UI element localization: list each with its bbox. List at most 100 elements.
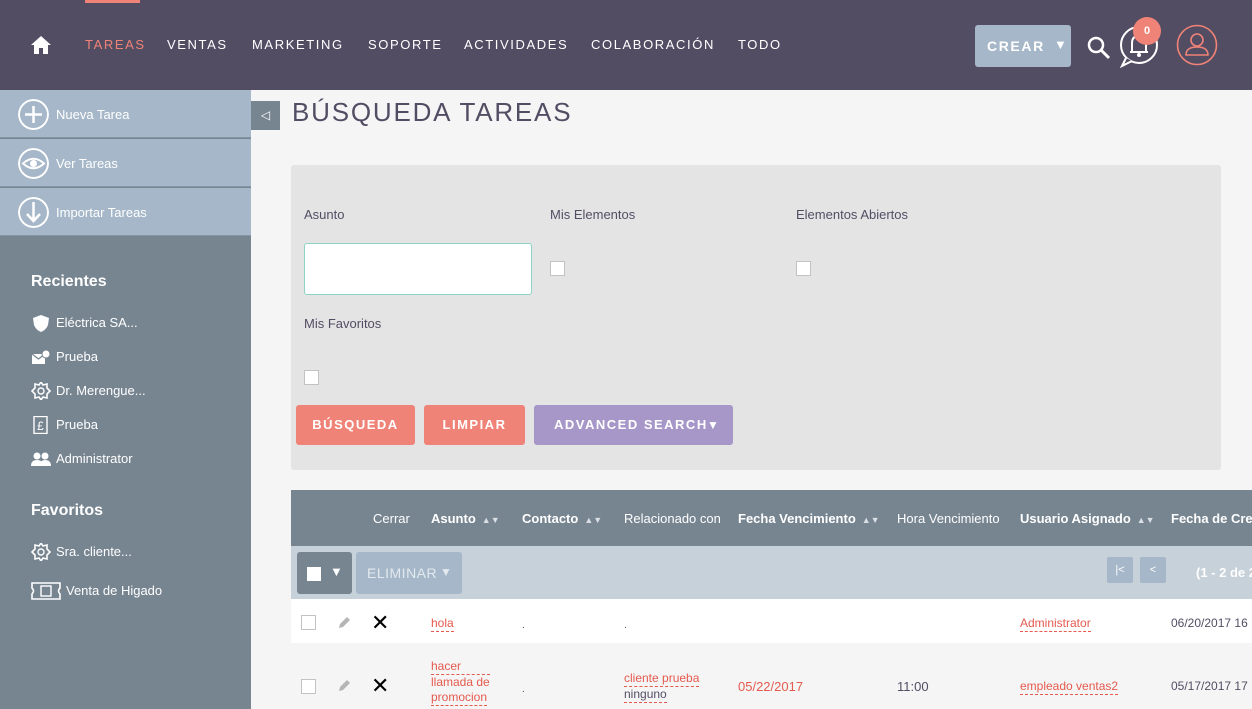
subject-input[interactable] [304, 243, 532, 295]
chevron-down-icon: ▼ [1054, 37, 1069, 52]
related-line: ninguno [624, 687, 667, 703]
column-header-label: Usuario Asignado [1020, 511, 1131, 526]
assigned-user-link[interactable]: empleado ventas2 [1020, 679, 1119, 695]
sidebar-action-import-tasks[interactable]: Importar Tareas [0, 188, 251, 236]
my-items-checkbox[interactable] [550, 261, 565, 276]
badge-icon [31, 543, 51, 561]
pound-doc-icon: £ [33, 416, 48, 434]
chevron-down-icon: ▼ [330, 564, 343, 579]
create-button-label: CREAR [987, 38, 1045, 54]
nav-tareas[interactable]: TAREAS [85, 37, 146, 52]
column-header-assigned-user[interactable]: Usuario Asignado ▲▼ [1020, 511, 1155, 526]
badge-icon [31, 382, 51, 400]
sort-icon: ▲▼ [1136, 515, 1155, 525]
favorite-item-label: Venta de Higado [66, 583, 163, 598]
sort-icon: ▲▼ [584, 515, 603, 525]
column-header-related: Relacionado con [624, 511, 721, 526]
edit-pencil-icon[interactable] [336, 678, 352, 694]
assigned-user-link[interactable]: Administrator [1020, 616, 1091, 632]
row-checkbox[interactable] [301, 679, 316, 694]
download-icon [18, 197, 49, 228]
top-navbar: TAREAS VENTAS MARKETING SOPORTE ACTIVIDA… [0, 0, 1252, 90]
subject-line: hacer [431, 659, 462, 673]
nav-ventas[interactable]: VENTAS [167, 37, 228, 52]
edit-pencil-icon[interactable] [336, 615, 352, 631]
nav-actividades[interactable]: ACTIVIDADES [464, 37, 568, 52]
recent-item-label: Prueba [56, 349, 98, 364]
table-header: Cerrar Asunto ▲▼ Contacto ▲▼ Relacionado c… [291, 490, 1252, 546]
open-items-checkbox[interactable] [796, 261, 811, 276]
sidebar-action-view-tasks[interactable]: Ver Tareas [0, 139, 251, 187]
bulk-select-dropdown[interactable]: ▼ [297, 552, 352, 594]
previous-page-button[interactable]: < [1140, 557, 1166, 583]
task-subject-link[interactable]: hacer llamada de promocion [431, 659, 490, 706]
advanced-search-button[interactable]: ADVANCED SEARCH ▼ [534, 405, 733, 445]
sidebar: Nueva Tarea Ver Tareas Importar Tareas R… [0, 90, 251, 709]
task-subject-link[interactable]: hola [431, 616, 454, 632]
chevron-down-icon: ▼ [440, 565, 453, 579]
nav-todo[interactable]: TODO [738, 37, 782, 52]
pagination-count: (1 - 2 de 2 [1196, 565, 1252, 580]
close-task-icon[interactable]: ✕ [371, 612, 389, 634]
created-date-cell: 06/20/2017 16 [1171, 616, 1248, 630]
column-header-close: Cerrar [373, 511, 410, 526]
column-header-subject[interactable]: Asunto ▲▼ [431, 511, 500, 526]
column-header-contact[interactable]: Contacto ▲▼ [522, 511, 602, 526]
sidebar-action-label: Ver Tareas [56, 156, 118, 171]
svg-text:£: £ [37, 419, 44, 433]
home-icon[interactable] [30, 34, 52, 56]
nav-soporte[interactable]: SOPORTE [368, 37, 443, 52]
sidebar-action-label: Importar Tareas [56, 205, 147, 220]
notification-count-badge: 0 [1133, 17, 1161, 45]
sort-icon: ▲▼ [481, 515, 500, 525]
search-button[interactable]: BÚSQUEDA [296, 405, 415, 445]
create-button[interactable]: CREAR ▼ [975, 25, 1071, 67]
envelope-icon [31, 349, 51, 364]
created-date-cell: 05/17/2017 17 [1171, 679, 1248, 693]
subject-label: Asunto [304, 207, 345, 222]
eye-icon [18, 148, 49, 179]
related-to-link[interactable]: cliente prueba ninguno [624, 671, 700, 703]
subject-line: llamada de [431, 674, 490, 689]
search-icon[interactable] [1087, 36, 1111, 60]
delete-button[interactable]: ELIMINAR ▼ [356, 552, 462, 594]
nav-marketing[interactable]: MARKETING [252, 37, 344, 52]
sidebar-action-label: Nueva Tarea [56, 107, 130, 122]
active-tab-indicator [85, 0, 140, 3]
recent-heading: Recientes [31, 273, 107, 290]
contact-cell: . [522, 684, 525, 695]
favorite-item-label: Sra. cliente... [56, 544, 132, 559]
select-all-checkbox[interactable] [307, 567, 321, 581]
due-time-cell: 11:00 [897, 679, 929, 694]
user-profile-icon[interactable] [1176, 24, 1218, 66]
column-header-label: Asunto [431, 511, 476, 526]
recent-item-label: Administrator [56, 451, 133, 466]
my-favorites-label: Mis Favoritos [304, 316, 382, 331]
open-items-label: Elementos Abiertos [796, 207, 909, 222]
nav-colaboracion[interactable]: COLABORACIÓN [591, 37, 715, 52]
column-header-label: Contacto [522, 511, 579, 526]
my-favorites-checkbox[interactable] [304, 370, 319, 385]
advanced-search-label: ADVANCED SEARCH [554, 417, 708, 432]
chevron-down-icon: ▼ [707, 418, 721, 432]
related-line: cliente prueba [624, 671, 700, 687]
first-page-button[interactable]: |< [1107, 557, 1133, 583]
sidebar-action-new-task[interactable]: Nueva Tarea [0, 90, 251, 138]
chevron-left-icon: ◁ [260, 108, 271, 122]
recent-item-label: Dr. Merengue... [56, 383, 146, 398]
contact-cell: . [522, 620, 525, 631]
ticket-icon [31, 582, 61, 600]
clear-button[interactable]: LIMPIAR [424, 405, 525, 445]
users-icon [31, 452, 51, 466]
column-header-label: Fecha Vencimiento [738, 511, 856, 526]
column-header-created-date[interactable]: Fecha de Crea [1171, 511, 1252, 526]
row-checkbox[interactable] [301, 615, 316, 630]
column-header-due-date[interactable]: Fecha Vencimiento ▲▼ [738, 511, 880, 526]
close-task-icon[interactable]: ✕ [371, 675, 389, 697]
favorites-heading: Favoritos [31, 502, 104, 519]
sort-icon: ▲▼ [861, 515, 880, 525]
delete-button-label: ELIMINAR [367, 565, 438, 581]
collapse-sidebar-button[interactable]: ◁ [251, 101, 280, 130]
my-items-label: Mis Elementos [550, 207, 636, 222]
related-cell: . [624, 620, 627, 631]
